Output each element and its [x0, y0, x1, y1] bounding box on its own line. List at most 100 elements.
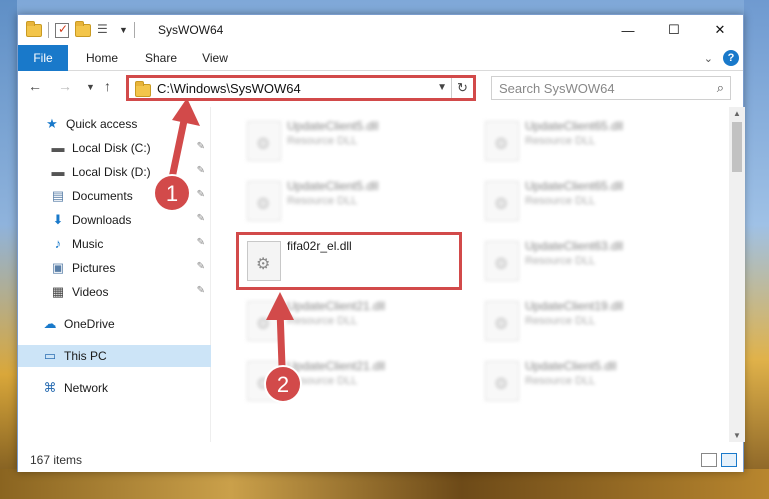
sidebar-item-music[interactable]: ♪ Music ✎ — [18, 233, 211, 255]
new-folder-icon[interactable] — [75, 20, 91, 37]
properties-icon[interactable] — [55, 22, 69, 38]
search-icon[interactable]: ⌕ — [717, 80, 724, 96]
tab-file[interactable]: File — [18, 45, 68, 71]
file-item[interactable]: UpdateClient5.dll Resource DLL — [237, 173, 457, 229]
file-name: UpdateClient21.dll — [287, 299, 386, 313]
drive-icon: ▬ — [51, 164, 65, 179]
tab-view[interactable]: View — [192, 45, 238, 71]
desktop-background-bottom — [0, 469, 769, 499]
back-arrow-icon[interactable]: ← — [28, 78, 42, 94]
file-list: UpdateClient5.dll Resource DLL UpdateCli… — [225, 107, 729, 442]
pin-icon[interactable]: ✎ — [197, 285, 205, 296]
address-path[interactable]: C:\Windows\SysWOW64 — [157, 81, 301, 96]
sidebar-item-label: Videos — [72, 285, 109, 299]
sidebar-item-documents[interactable]: ▤ Documents ✎ — [18, 185, 211, 207]
refresh-icon[interactable]: ↻ — [451, 78, 473, 98]
quick-access-toolbar: ☰ ▼ — [26, 20, 135, 38]
recent-locations-chevron-icon[interactable]: ▼ — [86, 82, 95, 92]
dll-file-icon — [247, 181, 281, 221]
ribbon-right-controls: ⌄ ? — [704, 50, 739, 66]
sidebar-item-videos[interactable]: ▦ Videos ✎ — [18, 281, 211, 303]
tab-home[interactable]: Home — [74, 45, 130, 71]
file-item[interactable]: UpdateClient63.dll Resource DLL — [475, 233, 695, 289]
rename-icon[interactable]: ☰ — [97, 22, 113, 38]
sidebar-item-local-disk-c[interactable]: ▬ Local Disk (C:) ✎ — [18, 137, 211, 159]
file-type: Resource DLL — [287, 135, 358, 147]
sidebar-item-network[interactable]: ⌘ Network — [18, 377, 211, 399]
customize-toolbar-chevron-icon[interactable]: ▼ — [119, 25, 128, 35]
file-item[interactable]: UpdateClient19.dll Resource DLL — [475, 293, 695, 349]
cloud-icon: ☁ — [43, 316, 57, 331]
pin-icon[interactable]: ✎ — [197, 213, 205, 224]
sidebar-item-label: Local Disk (C:) — [72, 141, 151, 155]
file-name: UpdateClient65.dll — [525, 119, 624, 133]
computer-icon: ▭ — [43, 348, 57, 363]
scroll-up-arrow-icon[interactable]: ▲ — [733, 109, 741, 118]
up-arrow-icon[interactable]: ↑ — [104, 78, 111, 94]
file-name: UpdateClient63.dll — [525, 239, 624, 253]
chevron-down-icon[interactable]: ⌄ — [704, 52, 713, 65]
sidebar-item-pictures[interactable]: ▣ Pictures ✎ — [18, 257, 211, 279]
search-input[interactable]: Search SysWOW64 ⌕ — [491, 76, 731, 100]
sidebar-item-label: This PC — [64, 349, 107, 363]
file-item[interactable]: UpdateClient5.dll Resource DLL — [237, 113, 457, 169]
file-type: Resource DLL — [287, 315, 358, 327]
window-controls: — ☐ ✕ — [605, 15, 743, 45]
file-item[interactable]: UpdateClient21.dll Resource DLL — [237, 353, 457, 409]
videos-icon: ▦ — [51, 284, 65, 299]
scroll-down-arrow-icon[interactable]: ▼ — [733, 431, 741, 440]
file-name: UpdateClient5.dll — [287, 119, 379, 133]
sidebar-item-downloads[interactable]: ⬇ Downloads ✎ — [18, 209, 211, 231]
maximize-button[interactable]: ☐ — [651, 15, 697, 45]
pictures-icon: ▣ — [51, 260, 65, 275]
scrollbar-thumb[interactable] — [732, 122, 742, 172]
dll-file-icon — [247, 361, 281, 401]
pin-icon[interactable]: ✎ — [197, 141, 205, 152]
file-item[interactable]: UpdateClient65.dll Resource DLL — [475, 113, 695, 169]
forward-arrow-icon[interactable]: → — [58, 78, 72, 94]
window-title: SysWOW64 — [158, 23, 224, 37]
network-icon: ⌘ — [43, 380, 57, 395]
title-bar: ☰ ▼ SysWOW64 — ☐ ✕ — [18, 15, 743, 45]
large-icons-view-icon[interactable] — [721, 453, 737, 467]
pin-icon[interactable]: ✎ — [197, 189, 205, 200]
sidebar-item-onedrive[interactable]: ☁ OneDrive — [18, 313, 211, 335]
music-icon: ♪ — [54, 236, 62, 251]
dll-file-icon — [485, 361, 519, 401]
help-icon[interactable]: ? — [723, 50, 739, 66]
file-item[interactable]: UpdateClient65.dll Resource DLL — [475, 173, 695, 229]
star-icon: ★ — [46, 116, 58, 131]
ribbon-tabs: File Home Share View ⌄ ? — [18, 45, 743, 71]
pin-icon[interactable]: ✎ — [197, 165, 205, 176]
pin-icon[interactable]: ✎ — [197, 261, 205, 272]
minimize-button[interactable]: — — [605, 15, 651, 45]
search-placeholder: Search SysWOW64 — [499, 81, 615, 96]
sidebar-item-quick-access[interactable]: ★ Quick access — [18, 113, 211, 135]
file-name: UpdateClient5.dll — [287, 179, 379, 193]
details-view-icon[interactable] — [701, 453, 717, 467]
sidebar-item-this-pc[interactable]: ▭ This PC — [18, 345, 211, 367]
tab-share[interactable]: Share — [136, 45, 186, 71]
item-count: 167 items — [30, 453, 83, 467]
sidebar-item-local-disk-d[interactable]: ▬ Local Disk (D:) ✎ — [18, 161, 211, 183]
dll-file-icon — [247, 121, 281, 161]
file-type: Resource DLL — [525, 255, 596, 267]
sidebar-item-label: Quick access — [66, 117, 138, 131]
folder-icon — [26, 20, 42, 37]
sidebar-item-label: Downloads — [72, 213, 132, 227]
dll-file-icon — [485, 121, 519, 161]
vertical-scrollbar[interactable]: ▲ ▼ — [729, 107, 745, 442]
address-history-chevron-icon[interactable]: ▼ — [437, 82, 447, 93]
pin-icon[interactable]: ✎ — [197, 237, 205, 248]
folder-icon — [135, 81, 151, 97]
file-type: Resource DLL — [287, 195, 358, 207]
toolbar-separator — [133, 22, 135, 38]
address-bar[interactable]: C:\Windows\SysWOW64 ▼ ↻ — [126, 75, 476, 101]
file-item[interactable]: UpdateClient21.dll Resource DLL — [237, 293, 457, 349]
file-item[interactable]: UpdateClient5.dll Resource DLL — [475, 353, 695, 409]
sidebar-item-label: Music — [72, 237, 104, 251]
file-type: Resource DLL — [525, 195, 596, 207]
file-name: UpdateClient65.dll — [525, 179, 624, 193]
close-button[interactable]: ✕ — [697, 15, 743, 45]
file-type: Resource DLL — [287, 375, 358, 387]
